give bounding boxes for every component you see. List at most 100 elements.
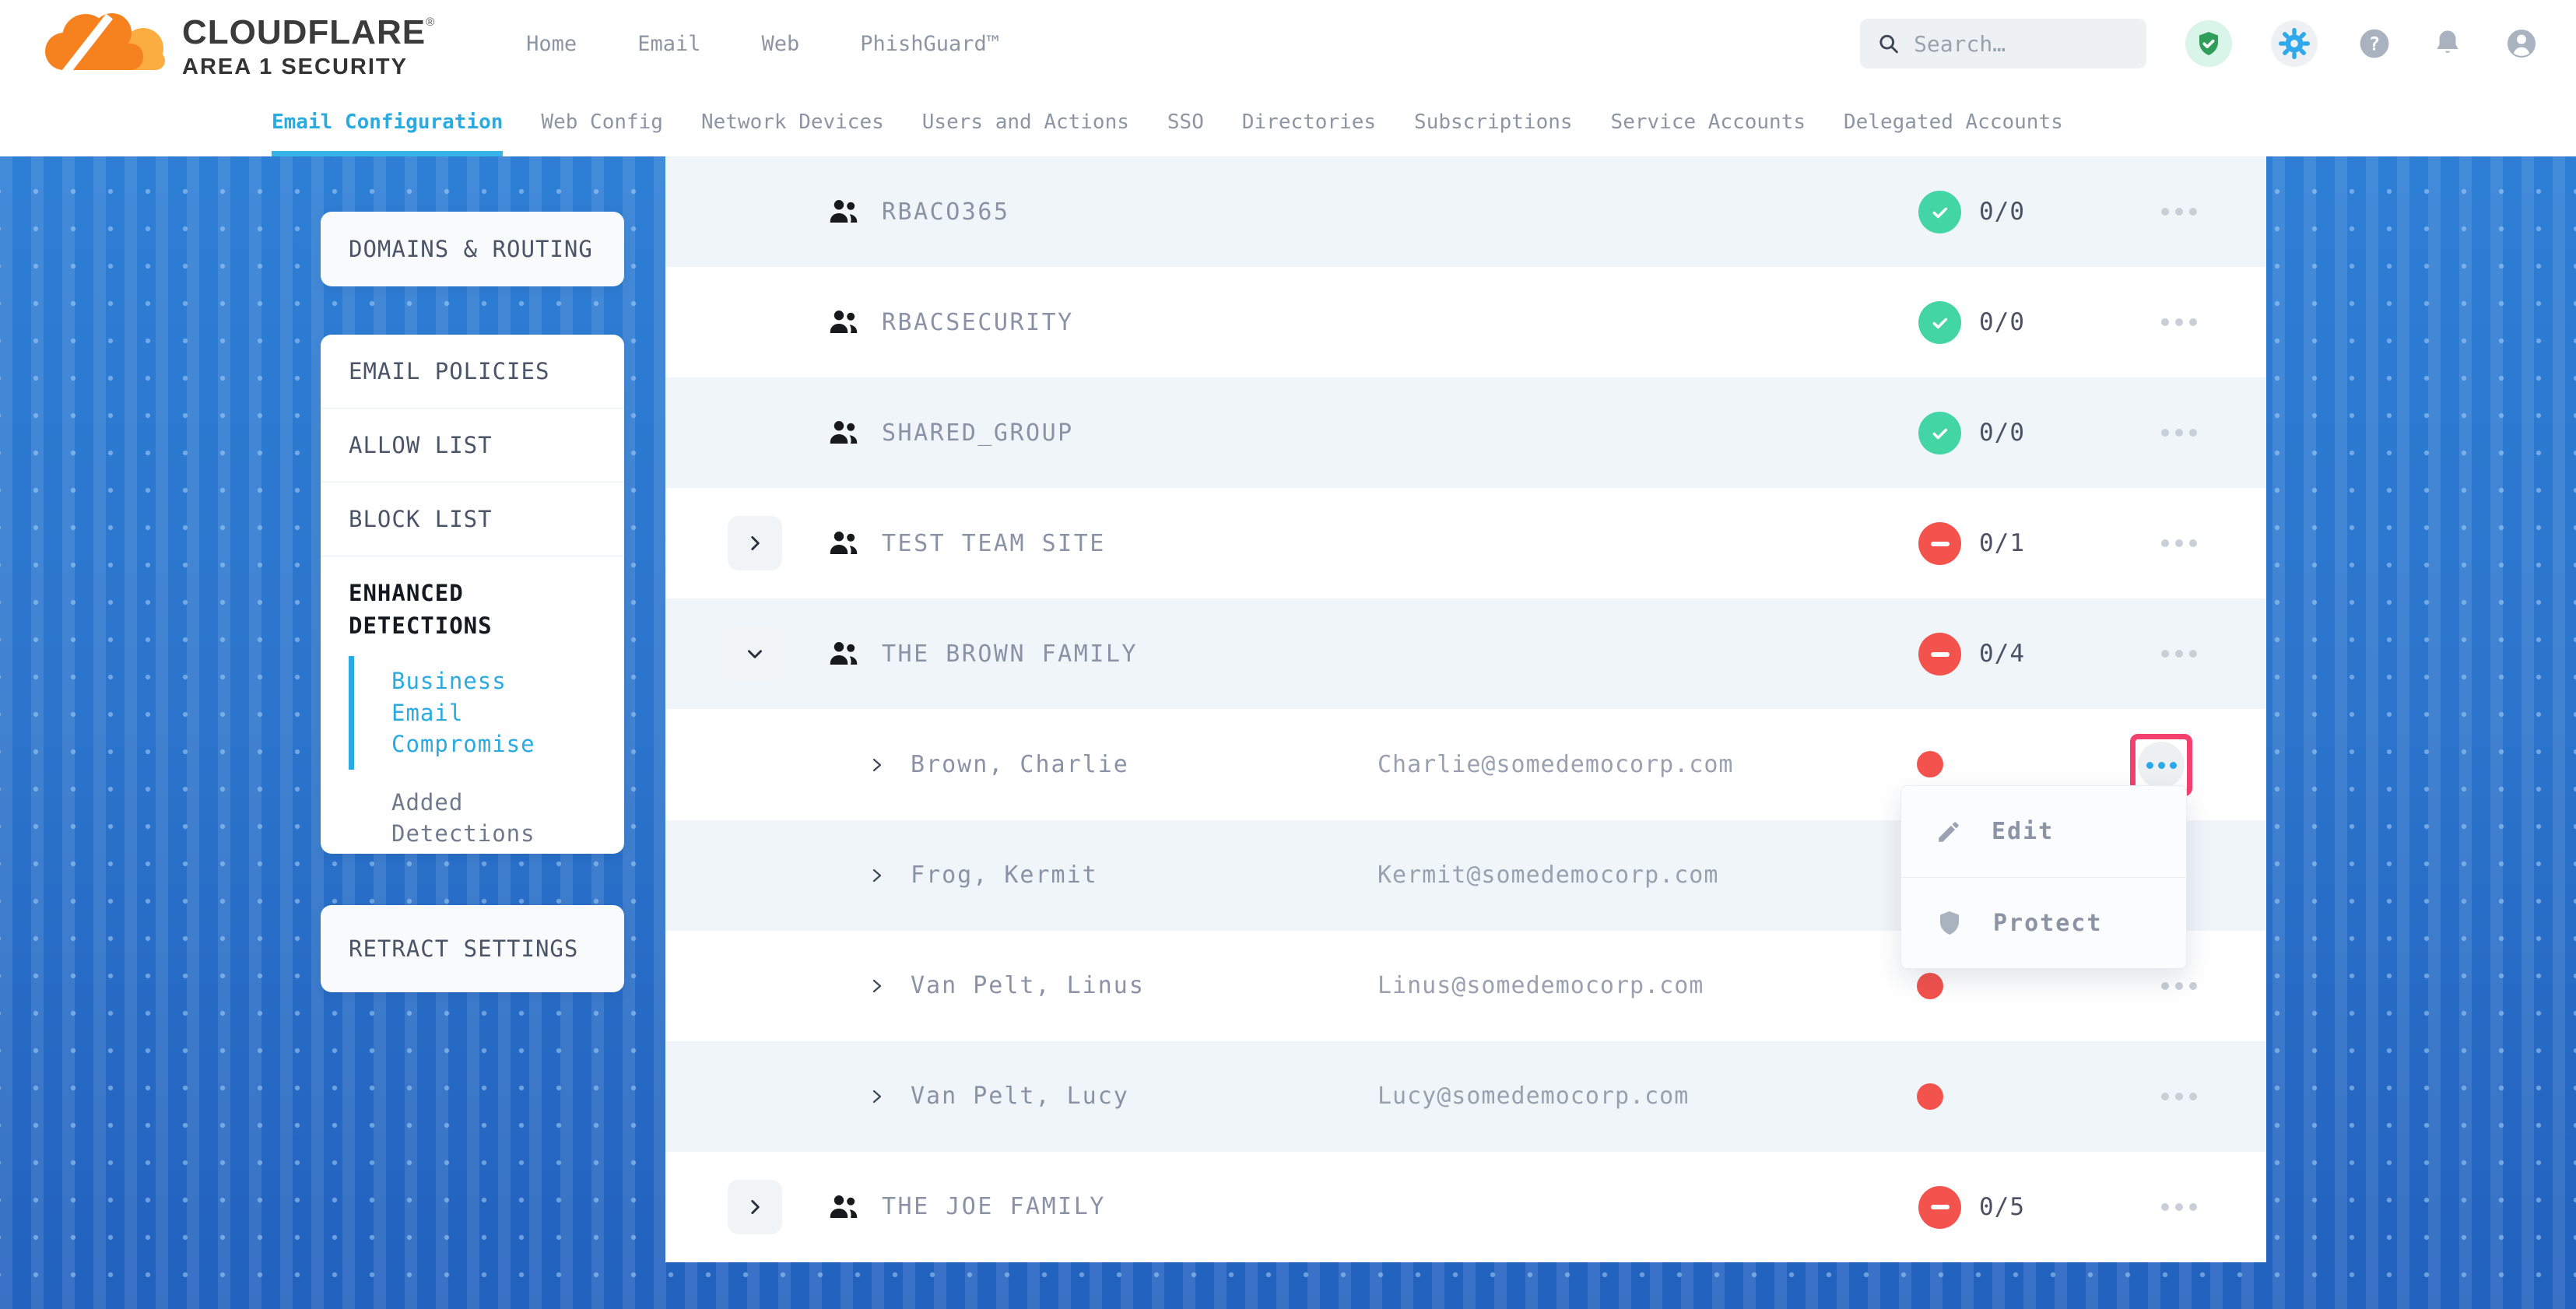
member-email: Charlie@somedemocorp.com (1377, 709, 1733, 819)
member-chevron-icon (868, 709, 886, 819)
expand-button[interactable] (728, 1180, 782, 1234)
bell-icon (2431, 27, 2464, 60)
group-name: RBACSECURITY (882, 267, 1074, 377)
sidebar-item-retract-settings[interactable]: RETRACT SETTINGS (321, 935, 578, 962)
nav-email[interactable]: Email (637, 32, 700, 56)
status-protected-icon (1918, 301, 1961, 344)
member-email: Kermit@somedemocorp.com (1377, 820, 1718, 931)
search-input[interactable] (1914, 31, 2129, 57)
pencil-icon (1936, 819, 1962, 845)
avatar-icon (2503, 25, 2540, 62)
table-row-group: RBACSECURITY 0/0 (665, 267, 2266, 377)
status-unprotected-icon (1918, 522, 1961, 565)
protection-count: 0/0 (1979, 377, 2025, 488)
protection-count: 0/4 (1979, 598, 2025, 709)
table-row-group: SHARED_GROUP 0/0 (665, 377, 2266, 488)
collapse-button[interactable] (728, 626, 782, 681)
table-row-group: THE BROWN FAMILY 0/4 (665, 598, 2266, 709)
row-actions-button[interactable] (2144, 1152, 2214, 1262)
sidebar-card-policies: EMAIL POLICIES ALLOW LIST BLOCK LIST ENH… (321, 335, 624, 854)
row-context-menu: Edit Protect (1900, 785, 2187, 969)
group-icon (825, 304, 862, 341)
tab-subscriptions[interactable]: Subscriptions (1414, 87, 1573, 156)
member-name: Van Pelt, Linus (911, 931, 1145, 1041)
header-controls: ? (1860, 19, 2540, 68)
shield-check-icon (2195, 30, 2223, 58)
row-actions-button[interactable] (2144, 377, 2214, 488)
sidebar-item-allow-list[interactable]: ALLOW LIST (321, 409, 624, 483)
table-row-group: RBACO365 0/0 (665, 156, 2266, 267)
tab-service-accounts[interactable]: Service Accounts (1611, 87, 1806, 156)
search-box[interactable] (1860, 19, 2146, 68)
member-chevron-icon (868, 820, 886, 931)
group-icon (825, 635, 862, 672)
row-actions-button[interactable] (2144, 598, 2214, 709)
group-icon (825, 525, 862, 562)
brand-name: CLOUDFLARE® (182, 16, 434, 50)
account-button[interactable] (2503, 25, 2540, 62)
group-name: THE BROWN FAMILY (882, 598, 1138, 709)
registered-mark: ® (426, 16, 434, 29)
tab-email-configuration[interactable]: Email Configuration (272, 87, 503, 156)
table-row-group: THE JOE FAMILY 0/5 (665, 1152, 2266, 1262)
row-actions-button[interactable] (2144, 1041, 2214, 1152)
group-name: RBACO365 (882, 156, 1010, 267)
member-name: Frog, Kermit (911, 820, 1098, 931)
enhanced-detections-heading: ENHANCED DETECTIONS (349, 577, 602, 642)
group-icon (825, 414, 862, 451)
protection-status-button[interactable] (2185, 20, 2232, 67)
nav-home[interactable]: Home (526, 32, 577, 56)
member-chevron-icon (868, 1041, 886, 1152)
status-unprotected-dot (1917, 1083, 1943, 1110)
chevron-right-icon (745, 533, 765, 553)
sidebar-card-retract: RETRACT SETTINGS (321, 905, 624, 992)
svg-text:?: ? (2369, 33, 2381, 55)
cloudflare-cloud-icon (40, 8, 174, 75)
tab-network-devices[interactable]: Network Devices (701, 87, 884, 156)
nav-phishguard[interactable]: PhishGuard™ (860, 32, 999, 56)
member-email: Lucy@somedemocorp.com (1377, 1041, 1689, 1152)
question-icon: ? (2357, 26, 2392, 61)
protection-count: 0/0 (1979, 267, 2025, 377)
protection-count: 0/1 (1979, 488, 2025, 598)
sidebar-section-enhanced-detections: ENHANCED DETECTIONS Business Email Compr… (321, 556, 624, 878)
expand-button[interactable] (728, 516, 782, 570)
tab-delegated-accounts[interactable]: Delegated Accounts (1844, 87, 2063, 156)
member-chevron-icon (868, 931, 886, 1041)
row-actions-button-active[interactable] (2138, 742, 2185, 788)
cloudflare-logo: CLOUDFLARE® AREA 1 SECURITY (40, 8, 434, 80)
tab-users-and-actions[interactable]: Users and Actions (922, 87, 1129, 156)
menu-item-protect[interactable]: Protect (1901, 877, 2186, 968)
area1-security-app: { "brand": { "name": "CLOUDFLARE", "mark… (0, 0, 2576, 1309)
menu-item-edit[interactable]: Edit (1901, 786, 2186, 877)
sidebar-item-business-email-compromise[interactable]: Business Email Compromise (349, 653, 602, 773)
sidebar-item-domains-routing[interactable]: DOMAINS & ROUTING (321, 236, 593, 262)
sidebar-card-domains-routing: DOMAINS & ROUTING (321, 212, 624, 286)
status-protected-icon (1918, 412, 1961, 454)
sidebar-item-email-policies[interactable]: EMAIL POLICIES (321, 335, 624, 409)
help-button[interactable]: ? (2357, 26, 2392, 61)
tab-directories[interactable]: Directories (1242, 87, 1376, 156)
gear-icon (2278, 27, 2311, 60)
row-actions-button[interactable] (2144, 156, 2214, 267)
main-nav: Home Email Web PhishGuard™ (526, 32, 999, 56)
status-protected-icon (1918, 191, 1961, 233)
member-email: Linus@somedemocorp.com (1377, 931, 1704, 1041)
member-name: Brown, Charlie (911, 709, 1129, 819)
tab-web-config[interactable]: Web Config (541, 87, 663, 156)
table-row-member: Van Pelt, Lucy Lucy@somedemocorp.com (665, 1041, 2266, 1152)
sidebar-item-added-detections[interactable]: Added Detections (349, 774, 602, 862)
settings-button[interactable] (2271, 20, 2318, 67)
row-actions-button[interactable] (2144, 267, 2214, 377)
chevron-down-icon (745, 644, 765, 664)
status-unprotected-icon (1918, 633, 1961, 676)
notifications-button[interactable] (2431, 27, 2464, 60)
search-icon (1877, 30, 1900, 57)
table-row-group: TEST TEAM SITE 0/1 (665, 488, 2266, 598)
nav-web[interactable]: Web (761, 32, 799, 56)
group-name: SHARED_GROUP (882, 377, 1074, 488)
tab-sso[interactable]: SSO (1167, 87, 1204, 156)
status-unprotected-icon (1918, 1186, 1961, 1229)
row-actions-button[interactable] (2144, 488, 2214, 598)
sidebar-item-block-list[interactable]: BLOCK LIST (321, 483, 624, 556)
